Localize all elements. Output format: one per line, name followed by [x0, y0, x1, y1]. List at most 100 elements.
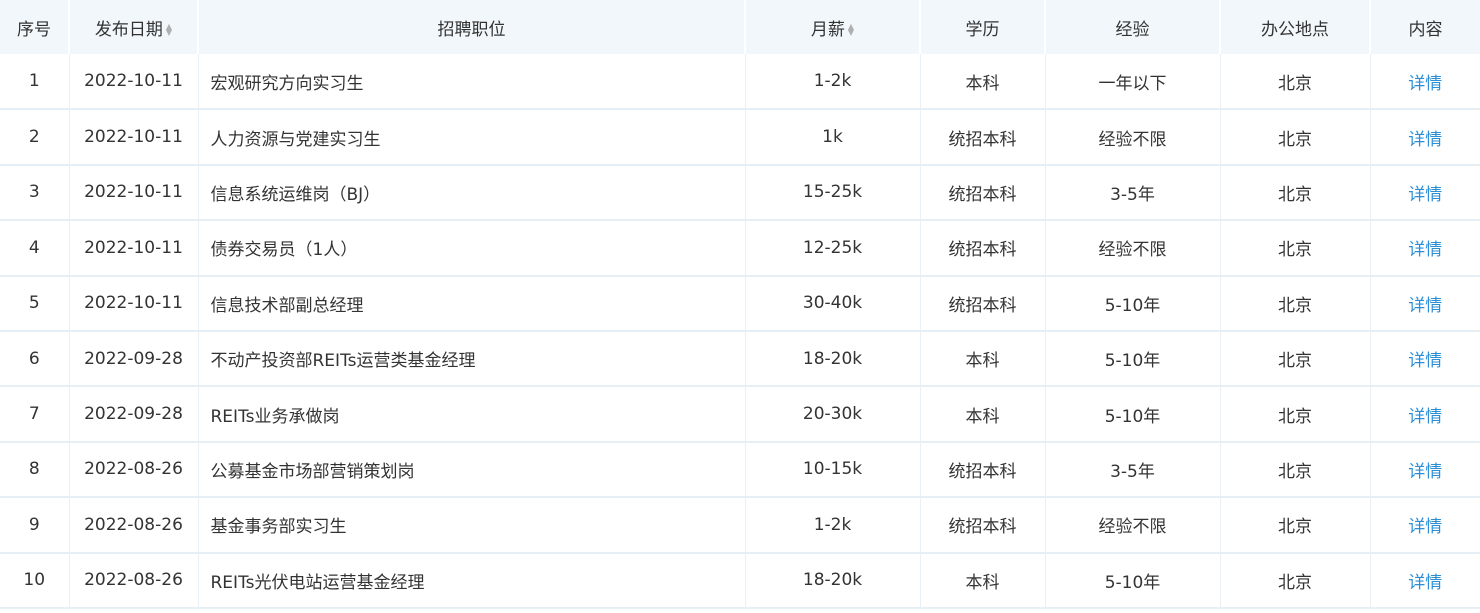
- detail-link[interactable]: 详情: [1408, 240, 1442, 260]
- table-row: 6 2022-09-28 不动产投资部REITs运营类基金经理 18-20k 本…: [0, 330, 1480, 388]
- cell-index: 5: [0, 275, 70, 332]
- cell-education: 本科: [920, 54, 1046, 111]
- table-row: 3 2022-10-11 信息系统运维岗（BJ） 15-25k 统招本科 3-5…: [0, 164, 1480, 222]
- cell-date: 2022-10-11: [69, 54, 199, 111]
- cell-detail: 详情: [1370, 164, 1480, 222]
- cell-salary: 10-15k: [745, 441, 921, 499]
- cell-education: 本科: [920, 552, 1046, 609]
- cell-experience: 经验不限: [1045, 497, 1221, 554]
- cell-education: 统招本科: [920, 497, 1046, 554]
- cell-index: 10: [0, 552, 70, 609]
- cell-education: 统招本科: [920, 109, 1046, 166]
- cell-title: 公募基金市场部营销策划岗: [198, 441, 746, 499]
- header-date-label: 发布日期: [94, 19, 163, 40]
- cell-index: 8: [0, 441, 70, 499]
- cell-experience: 一年以下: [1045, 54, 1221, 111]
- detail-link[interactable]: 详情: [1408, 296, 1442, 316]
- cell-salary: 1-2k: [745, 54, 921, 111]
- detail-link[interactable]: 详情: [1408, 573, 1442, 593]
- header-index: 序号: [0, 0, 70, 54]
- cell-detail: 详情: [1370, 386, 1480, 443]
- detail-link[interactable]: 详情: [1408, 74, 1442, 94]
- cell-location: 北京: [1220, 54, 1371, 111]
- cell-title: REITs业务承做岗: [198, 386, 746, 443]
- cell-date: 2022-08-26: [69, 497, 199, 554]
- cell-salary: 1-2k: [745, 497, 921, 554]
- sort-down-icon: ▼: [847, 27, 855, 37]
- detail-link[interactable]: 详情: [1408, 351, 1442, 371]
- cell-location: 北京: [1220, 441, 1371, 499]
- cell-salary: 20-30k: [745, 386, 921, 443]
- cell-salary: 18-20k: [745, 552, 921, 609]
- table-row: 8 2022-08-26 公募基金市场部营销策划岗 10-15k 统招本科 3-…: [0, 441, 1480, 499]
- cell-education: 本科: [920, 330, 1046, 388]
- header-row: 序号 发布日期 ▲ ▼ 招聘职位 月薪 ▲ ▼ 学历 经验 办公地点 内容: [0, 0, 1480, 54]
- cell-experience: 5-10年: [1045, 275, 1221, 332]
- cell-experience: 3-5年: [1045, 441, 1221, 499]
- cell-salary: 30-40k: [745, 275, 921, 332]
- cell-salary: 15-25k: [745, 164, 921, 222]
- cell-location: 北京: [1220, 330, 1371, 388]
- cell-education: 统招本科: [920, 164, 1046, 222]
- job-listings-table: 序号 发布日期 ▲ ▼ 招聘职位 月薪 ▲ ▼ 学历 经验 办公地点 内容 1 2022…: [0, 0, 1480, 609]
- cell-title: 不动产投资部REITs运营类基金经理: [198, 330, 746, 388]
- table-row: 2 2022-10-11 人力资源与党建实习生 1k 统招本科 经验不限 北京 …: [0, 109, 1480, 166]
- cell-title: 基金事务部实习生: [198, 497, 746, 554]
- detail-link[interactable]: 详情: [1408, 462, 1442, 482]
- cell-experience: 经验不限: [1045, 109, 1221, 166]
- cell-title: 债券交易员（1人）: [198, 220, 746, 277]
- cell-title: REITs光伏电站运营基金经理: [198, 552, 746, 609]
- cell-education: 统招本科: [920, 441, 1046, 499]
- header-salary-sortable[interactable]: 月薪 ▲ ▼: [745, 0, 921, 54]
- header-index-label: 序号: [17, 19, 51, 40]
- cell-date: 2022-10-11: [69, 164, 199, 222]
- cell-detail: 详情: [1370, 552, 1480, 609]
- header-title: 招聘职位: [198, 0, 746, 54]
- cell-salary: 12-25k: [745, 220, 921, 277]
- cell-location: 北京: [1220, 552, 1371, 609]
- cell-index: 9: [0, 497, 70, 554]
- cell-index: 1: [0, 54, 70, 111]
- detail-link[interactable]: 详情: [1408, 517, 1442, 537]
- cell-title: 信息系统运维岗（BJ）: [198, 164, 746, 222]
- header-detail-label: 内容: [1408, 19, 1443, 40]
- cell-location: 北京: [1220, 164, 1371, 222]
- cell-index: 4: [0, 220, 70, 277]
- cell-date: 2022-08-26: [69, 441, 199, 499]
- header-date-sortable[interactable]: 发布日期 ▲ ▼: [69, 0, 199, 54]
- cell-experience: 5-10年: [1045, 552, 1221, 609]
- cell-title: 宏观研究方向实习生: [198, 54, 746, 111]
- cell-location: 北京: [1220, 386, 1371, 443]
- header-education-label: 学历: [965, 19, 1000, 40]
- cell-title: 信息技术部副总经理: [198, 275, 746, 332]
- header-title-label: 招聘职位: [437, 19, 506, 40]
- cell-detail: 详情: [1370, 330, 1480, 388]
- cell-experience: 5-10年: [1045, 386, 1221, 443]
- table-row: 9 2022-08-26 基金事务部实习生 1-2k 统招本科 经验不限 北京 …: [0, 497, 1480, 554]
- cell-experience: 3-5年: [1045, 164, 1221, 222]
- sort-down-icon: ▼: [165, 27, 173, 37]
- cell-date: 2022-09-28: [69, 386, 199, 443]
- cell-salary: 18-20k: [745, 330, 921, 388]
- header-location: 办公地点: [1220, 0, 1371, 54]
- cell-detail: 详情: [1370, 441, 1480, 499]
- cell-salary: 1k: [745, 109, 921, 166]
- sort-icon[interactable]: ▲ ▼: [165, 22, 173, 37]
- detail-link[interactable]: 详情: [1408, 130, 1442, 150]
- header-experience-label: 经验: [1115, 19, 1150, 40]
- cell-detail: 详情: [1370, 275, 1480, 332]
- cell-detail: 详情: [1370, 54, 1480, 111]
- sort-icon[interactable]: ▲ ▼: [847, 22, 855, 37]
- cell-experience: 经验不限: [1045, 220, 1221, 277]
- cell-education: 统招本科: [920, 275, 1046, 332]
- cell-index: 7: [0, 386, 70, 443]
- table-header: 序号 发布日期 ▲ ▼ 招聘职位 月薪 ▲ ▼ 学历 经验 办公地点 内容: [0, 0, 1480, 54]
- cell-experience: 5-10年: [1045, 330, 1221, 388]
- detail-link[interactable]: 详情: [1408, 407, 1442, 427]
- header-experience: 经验: [1045, 0, 1221, 54]
- detail-link[interactable]: 详情: [1408, 185, 1442, 205]
- cell-education: 统招本科: [920, 220, 1046, 277]
- cell-location: 北京: [1220, 497, 1371, 554]
- cell-date: 2022-10-11: [69, 220, 199, 277]
- header-education: 学历: [920, 0, 1046, 54]
